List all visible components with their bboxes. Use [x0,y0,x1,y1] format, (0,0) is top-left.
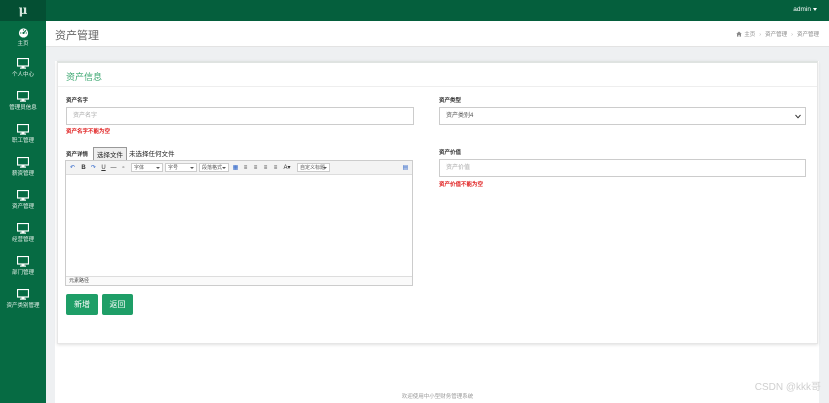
breadcrumb: 主页 › 资产管理 › 资产管理 [736,30,819,38]
choose-file-button[interactable]: 选择文件 [93,147,127,161]
asset-name-label: 资产名字 [66,98,89,104]
footer: 欢迎使用中小型财务管理系统 [401,394,474,400]
monitor-icon [17,190,29,201]
align-justify-icon[interactable]: ≡ [272,163,279,173]
dashboard-icon [18,28,28,38]
asset-name-input[interactable] [66,107,414,125]
fullscreen-icon[interactable]: ▤ [402,163,409,173]
add-button[interactable]: 新增 [66,294,98,315]
box-divider [58,86,817,87]
sidebar-item-label: 管理员信息 [9,105,37,111]
sidebar-item-label: 资产管理 [11,204,34,210]
table-icon[interactable]: ▦ [232,163,239,173]
sidebar-item-label: 主页 [17,41,29,47]
monitor-icon [17,223,29,234]
file-status: 未选择任何文件 [129,151,175,158]
monitor-icon [17,124,29,135]
asset-type-select[interactable]: 资产类别4 [439,107,806,125]
asset-detail-label: 资产详情 [66,152,89,158]
user-menu[interactable]: admin [793,0,817,21]
sidebar-item-salary[interactable]: 薪资管理 [0,157,46,187]
sidebar-item-label: 资产类别管理 [6,303,40,309]
align-center-icon[interactable]: ≡ [252,163,259,173]
sidebar-item-staff[interactable]: 职工管理 [0,124,46,154]
breadcrumb-current: 资产管理 [796,32,819,38]
custom-title-select[interactable]: 自定义标题 [297,163,330,172]
editor-content-area[interactable] [66,176,412,276]
sidebar-item-admin[interactable]: 管理员信息 [0,91,46,121]
rich-text-editor: ↶ B ↷ U — ▫ 字体 字号 段落格式 ▦ ≡ ≡ ≡ ≡ A▾ 自定义标… [65,160,413,286]
chevron-down-icon [795,114,801,119]
page-title: 资产管理 [55,30,99,42]
page-header: 资产管理 主页 › 资产管理 › 资产管理 [46,21,829,47]
sidebar-item-departments[interactable]: 部门管理 [0,256,46,286]
monitor-icon [17,91,29,102]
monitor-icon [17,58,29,69]
clear-format-icon[interactable]: ▫ [120,163,127,173]
sidebar-item-label: 经营管理 [11,237,34,243]
breadcrumb-section[interactable]: 资产管理 [765,32,787,38]
monitor-icon [17,157,29,168]
sidebar-item-home[interactable]: 主页 [0,27,46,57]
caret-down-icon [813,7,817,11]
breadcrumb-separator: › [759,32,762,38]
monitor-icon [17,256,29,267]
back-button[interactable]: 返回 [102,294,133,315]
caret-down-icon [323,167,327,169]
undo-icon[interactable]: ↶ [69,163,76,173]
align-left-icon[interactable]: ≡ [242,163,249,173]
sidebar-item-profile[interactable]: 个人中心 [0,58,46,88]
sidebar-item-label: 部门管理 [11,270,34,276]
asset-value-label: 资产价值 [439,150,462,156]
caret-down-icon [156,167,160,169]
watermark: CSDN @kkk哥 [754,382,821,393]
asset-type-selected: 资产类别4 [446,113,474,119]
caret-down-icon [190,167,194,169]
paragraph-format-label: 段落格式 [202,165,223,171]
sidebar-item-operations[interactable]: 经营管理 [0,223,46,253]
font-family-label: 字体 [134,165,145,171]
underline-icon[interactable]: U [100,163,107,173]
monitor-icon [17,289,29,300]
paragraph-format-select[interactable]: 段落格式 [199,163,229,172]
sidebar: 主页 个人中心 管理员信息 职工管理 薪资管理 资产管理 经营管理 部门管理 资… [0,21,46,403]
redo-icon[interactable]: ↷ [90,163,97,173]
sidebar-item-asset-categories[interactable]: 资产类别管理 [0,289,46,319]
sidebar-item-label: 个人中心 [11,72,34,78]
horizontal-rule-icon[interactable]: — [110,163,117,173]
custom-title-label: 自定义标题 [300,165,326,171]
caret-down-icon [222,167,226,169]
sidebar-item-assets[interactable]: 资产管理 [0,190,46,220]
align-right-icon[interactable]: ≡ [262,163,269,173]
asset-name-error: 资产名字不能为空 [66,129,111,135]
font-size-label: 字号 [168,165,179,171]
home-icon [736,31,742,37]
font-color-icon[interactable]: A▾ [282,163,292,173]
font-family-select[interactable]: 字体 [131,163,163,172]
box-title: 资产信息 [66,72,103,82]
asset-value-error: 资产价值不能为空 [439,182,484,188]
breadcrumb-separator: › [791,32,793,38]
breadcrumb-home[interactable]: 主页 [744,32,755,38]
user-name: admin [793,6,811,13]
asset-value-input[interactable] [439,159,806,177]
editor-status-bar: 元素路径 [66,276,412,285]
top-bar [0,0,829,21]
asset-type-label: 资产类型 [439,98,462,104]
sidebar-item-label: 职工管理 [11,138,34,144]
bold-icon[interactable]: B [80,163,87,173]
font-size-select[interactable]: 字号 [165,163,197,172]
sidebar-item-label: 薪资管理 [11,171,34,177]
app-logo[interactable]: μ [0,0,46,21]
editor-toolbar: ↶ B ↷ U — ▫ 字体 字号 段落格式 ▦ ≡ ≡ ≡ ≡ A▾ 自定义标… [66,161,412,175]
